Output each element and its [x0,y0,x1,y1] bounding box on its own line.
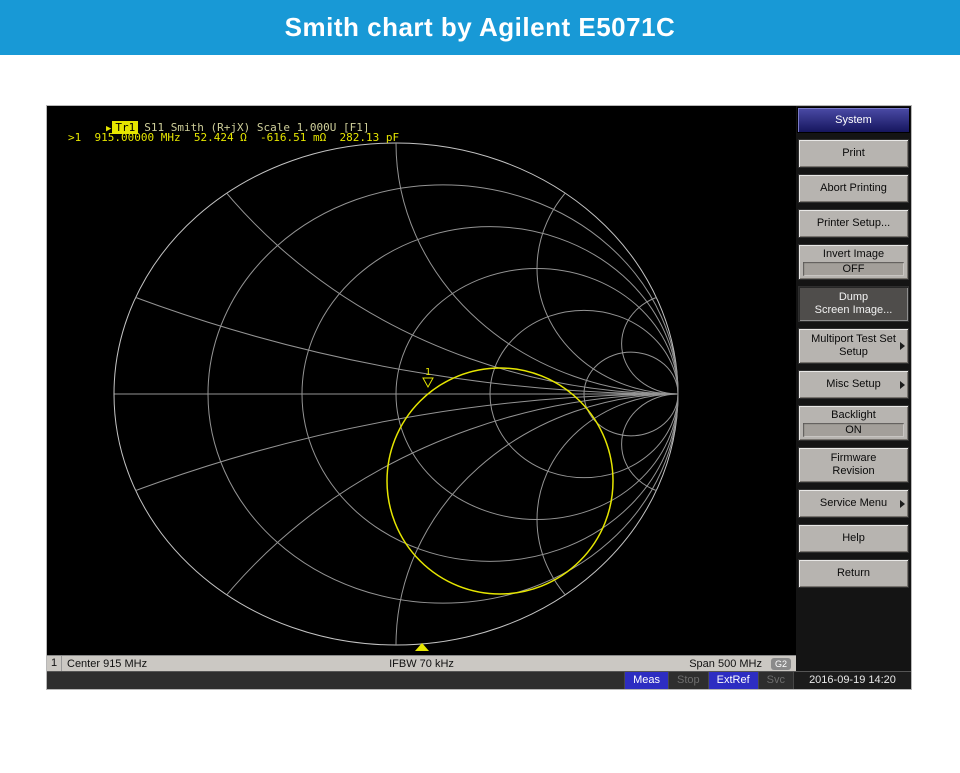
banner-title: Smith chart by Agilent E5071C [285,12,676,43]
softkey-dump-screen-image[interactable]: Dump Screen Image... [798,286,909,322]
softkey-firmware-revision[interactable]: Firmware Revision [798,447,909,483]
backlight-state: ON [803,423,904,437]
softkey-service-menu[interactable]: Service Menu [798,489,909,518]
invert-image-state: OFF [803,262,904,276]
submenu-arrow-icon [900,500,905,508]
softkey-print[interactable]: Print [798,139,909,168]
channel-number: 1 [47,656,62,671]
menu-title-system: System [797,107,910,133]
softkey-abort-printing[interactable]: Abort Printing [798,174,909,203]
softkey-backlight[interactable]: Backlight ON [798,405,909,441]
submenu-arrow-icon [900,342,905,350]
softkey-multiport-test-set-setup[interactable]: Multiport Test Set Setup [798,328,909,364]
trace-title-bar: ▶Tr1S11 Smith (R+jX) Scale 1.000U [F1] [47,106,796,123]
banner: Smith chart by Agilent E5071C [0,0,960,55]
softkey-invert-image[interactable]: Invert Image OFF [798,244,909,280]
softkey-return[interactable]: Return [798,559,909,588]
stop-indicator: Stop [668,672,708,689]
marker-readout: >1 915.00000 MHz 52.424 Ω -616.51 mΩ 282… [47,131,796,145]
analyzer-display: 1 ▶Tr1S11 Smith (R+jX) Scale 1.000U [F1]… [47,106,796,671]
menu-filler [797,588,910,671]
softkey-printer-setup[interactable]: Printer Setup... [798,209,909,238]
meas-indicator: Meas [624,672,668,689]
instrument-status-bar: Meas Stop ExtRef Svc 2016-09-19 14:20 [47,671,911,689]
chart-area [47,145,796,655]
softkey-help[interactable]: Help [798,524,909,553]
datetime-display: 2016-09-19 14:20 [793,672,911,689]
softkey-menu: System Print Abort Printing Printer Setu… [796,106,911,671]
g2-badge: G2 [771,658,791,670]
ifbw-value: IFBW 70 kHz [389,658,454,670]
center-frequency: Center 915 MHz [62,658,147,670]
instrument-screen: 1 ▶Tr1S11 Smith (R+jX) Scale 1.000U [F1]… [46,105,912,690]
softkey-misc-setup[interactable]: Misc Setup [798,370,909,399]
extref-indicator: ExtRef [708,672,758,689]
submenu-arrow-icon [900,381,905,389]
stimulus-status-bar: 1 Center 915 MHz IFBW 70 kHz Span 500 MH… [47,655,796,671]
svc-indicator: Svc [758,672,793,689]
span-value: Span 500 MHz [689,658,762,670]
